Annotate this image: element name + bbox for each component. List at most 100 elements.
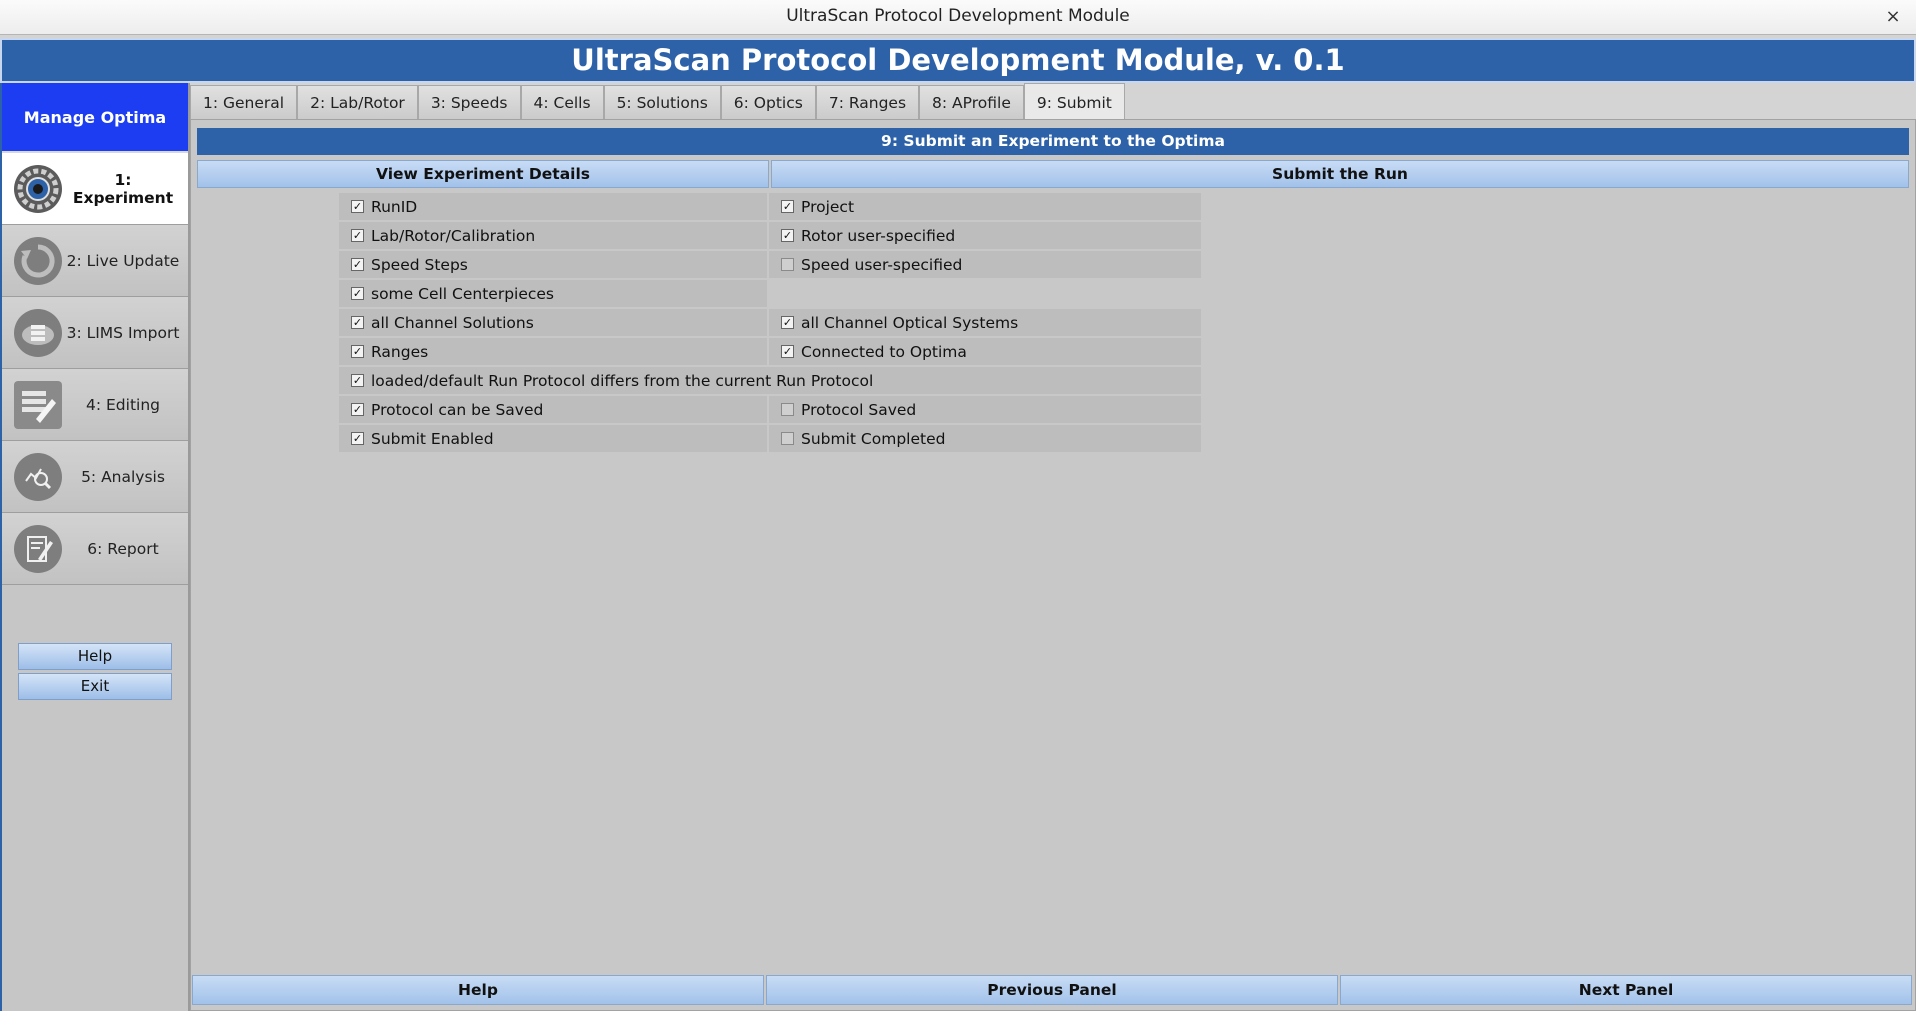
status-cell: ✓ Rotor user-specified [769, 222, 1201, 249]
sidebar-header: Manage Optima Runs [2, 83, 188, 197]
status-row: ✓ RunID ✓ Project [339, 193, 1201, 220]
analysis-search-icon [14, 452, 62, 501]
status-row: ✓ Submit Enabled Submit Completed [339, 425, 1201, 452]
checkbox-protocol-can-be-saved[interactable]: ✓ [351, 403, 364, 416]
app-banner: UltraScan Protocol Development Module, v… [0, 38, 1916, 83]
checkbox-speed-steps[interactable]: ✓ [351, 258, 364, 271]
help-button[interactable]: Help [192, 975, 764, 1005]
status-row: ✓ Ranges ✓ Connected to Optima [339, 338, 1201, 365]
status-cell: ✓ Connected to Optima [769, 338, 1201, 365]
tab-solutions[interactable]: 5: Solutions [603, 85, 721, 119]
status-label: loaded/default Run Protocol differs from… [371, 371, 874, 390]
tab-bar: 1: General 2: Lab/Rotor 3: Speeds 4: Cel… [190, 83, 1125, 119]
checkbox-channel-solutions[interactable]: ✓ [351, 316, 364, 329]
main-area: 1: General 2: Lab/Rotor 3: Speeds 4: Cel… [190, 83, 1916, 1011]
tab-speeds[interactable]: 3: Speeds [417, 85, 521, 119]
tab-submit[interactable]: 9: Submit [1023, 83, 1125, 119]
sidebar-item-editing[interactable]: 4: Editing [2, 369, 188, 441]
checkbox-connected-to-optima[interactable]: ✓ [781, 345, 794, 358]
gear-icon [14, 164, 62, 213]
tab-optics[interactable]: 6: Optics [720, 85, 816, 119]
sidebar-exit-button[interactable]: Exit [18, 673, 172, 700]
status-row: ✓ Protocol can be Saved Protocol Saved [339, 396, 1201, 423]
checkbox-ranges[interactable]: ✓ [351, 345, 364, 358]
tab-lab-rotor[interactable]: 2: Lab/Rotor [297, 85, 418, 119]
checkbox-project[interactable]: ✓ [781, 200, 794, 213]
status-cell: ✓ loaded/default Run Protocol differs fro… [339, 367, 1201, 394]
status-row: ✓ all Channel Solutions ✓ all Channel Opti… [339, 309, 1201, 336]
checkbox-speed-user-specified[interactable] [781, 258, 794, 271]
close-icon[interactable]: × [1882, 0, 1904, 33]
cloud-database-icon [14, 308, 62, 357]
status-label: Ranges [371, 342, 429, 361]
status-cell: ✓ RunID [339, 193, 767, 220]
edit-icon [14, 380, 62, 429]
next-panel-button[interactable]: Next Panel [1340, 975, 1912, 1005]
tab-ranges[interactable]: 7: Ranges [815, 85, 920, 119]
status-label: all Channel Optical Systems [801, 313, 1019, 332]
submit-panel: 9: Submit an Experiment to the Optima Vi… [190, 119, 1916, 1011]
status-row: ✓ Lab/Rotor/Calibration ✓ Rotor user-speci… [339, 222, 1201, 249]
status-row: ✓ loaded/default Run Protocol differs fro… [339, 367, 1201, 394]
sidebar-item-label: 2: Live Update [66, 251, 180, 270]
tab-general[interactable]: 1: General [190, 85, 298, 119]
status-cell: Submit Completed [769, 425, 1201, 452]
status-cell: ✓ Protocol can be Saved [339, 396, 767, 423]
report-icon [14, 524, 62, 573]
checkbox-protocol-differs[interactable]: ✓ [351, 374, 364, 387]
sidebar-item-label: 3: LIMS Import [66, 323, 180, 342]
previous-panel-button[interactable]: Previous Panel [766, 975, 1338, 1005]
status-label: Rotor user-specified [801, 226, 956, 245]
status-label: Project [801, 197, 855, 216]
status-cell: ✓ all Channel Optical Systems [769, 309, 1201, 336]
sidebar-help-button[interactable]: Help [18, 643, 172, 670]
tab-aprofile[interactable]: 8: AProfile [919, 85, 1024, 119]
submit-run-button[interactable]: Submit the Run [771, 160, 1909, 188]
status-cell: ✓ Project [769, 193, 1201, 220]
sidebar-item-label: 1: Experiment [72, 170, 174, 207]
status-cell: ✓ Submit Enabled [339, 425, 767, 452]
sidebar-item-label: 4: Editing [86, 395, 160, 414]
status-label: some Cell Centerpieces [371, 284, 555, 303]
checkbox-protocol-saved[interactable] [781, 403, 794, 416]
view-experiment-details-button[interactable]: View Experiment Details [197, 160, 769, 188]
checkbox-lab-rotor-calibration[interactable]: ✓ [351, 229, 364, 242]
sidebar-item-lims-import[interactable]: 3: LIMS Import [2, 297, 188, 369]
checkbox-cell-centerpieces[interactable]: ✓ [351, 287, 364, 300]
status-cell: ✓ Ranges [339, 338, 767, 365]
checkbox-rotor-user-specified[interactable]: ✓ [781, 229, 794, 242]
status-row: ✓ some Cell Centerpieces [339, 280, 1201, 307]
status-label: Lab/Rotor/Calibration [371, 226, 536, 245]
checkbox-submit-enabled[interactable]: ✓ [351, 432, 364, 445]
status-label: RunID [371, 197, 418, 216]
status-cell: ✓ all Channel Solutions [339, 309, 767, 336]
status-label: Submit Completed [801, 429, 946, 448]
refresh-icon [14, 236, 62, 285]
sidebar-item-label: 5: Analysis [81, 467, 165, 486]
status-cell: ✓ Lab/Rotor/Calibration [339, 222, 767, 249]
status-label: Protocol can be Saved [371, 400, 544, 419]
panel-title: 9: Submit an Experiment to the Optima [197, 128, 1909, 155]
status-label: Protocol Saved [801, 400, 917, 419]
checkbox-runid[interactable]: ✓ [351, 200, 364, 213]
status-cell: ✓ some Cell Centerpieces [339, 280, 767, 307]
status-label: Speed Steps [371, 255, 468, 274]
sidebar-item-live-update[interactable]: 2: Live Update [2, 225, 188, 297]
sidebar: Manage Optima Runs 1: Experiment 2: Live… [0, 83, 190, 1011]
status-label: Connected to Optima [801, 342, 967, 361]
checkbox-submit-completed[interactable] [781, 432, 794, 445]
status-label: Speed user-specified [801, 255, 963, 274]
status-label: Submit Enabled [371, 429, 494, 448]
sidebar-item-report[interactable]: 6: Report [2, 513, 188, 585]
window-titlebar: UltraScan Protocol Development Module × [0, 0, 1916, 35]
window-title: UltraScan Protocol Development Module [786, 6, 1130, 26]
status-cell: ✓ Speed Steps [339, 251, 767, 278]
sidebar-item-label: 6: Report [87, 539, 159, 558]
sidebar-item-analysis[interactable]: 5: Analysis [2, 441, 188, 513]
status-cell: Speed user-specified [769, 251, 1201, 278]
checkbox-channel-optical-systems[interactable]: ✓ [781, 316, 794, 329]
tab-cells[interactable]: 4: Cells [520, 85, 604, 119]
status-cell: Protocol Saved [769, 396, 1201, 423]
status-row: ✓ Speed Steps Speed user-specified [339, 251, 1201, 278]
status-label: all Channel Solutions [371, 313, 534, 332]
